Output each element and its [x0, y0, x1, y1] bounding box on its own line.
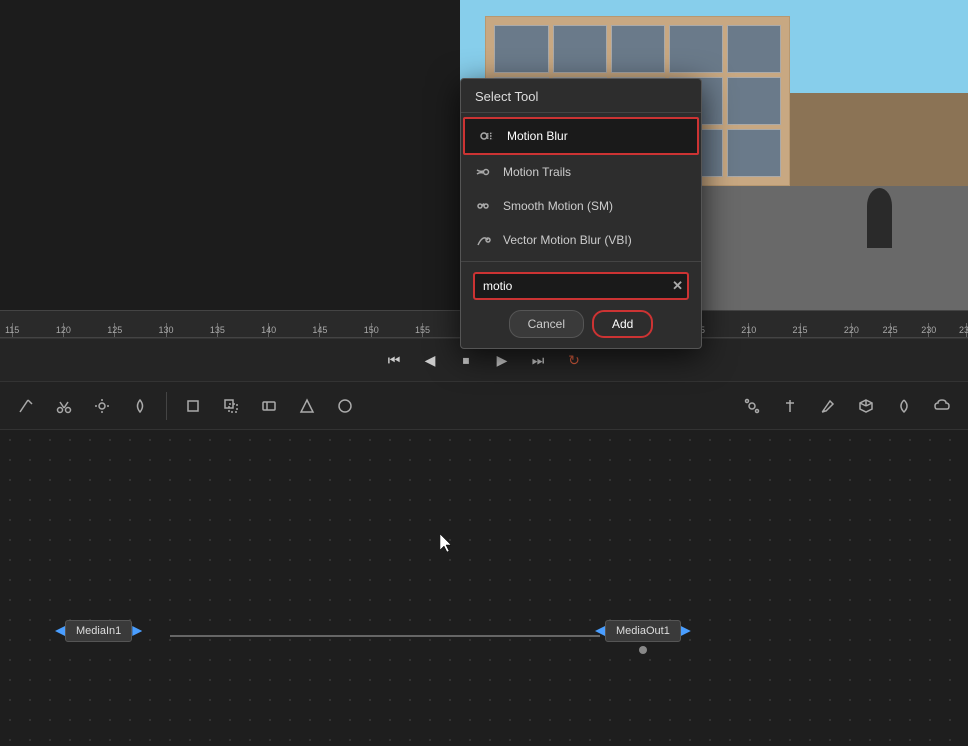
search-clear-button[interactable]: ✕: [672, 278, 683, 294]
text-tool-button[interactable]: [774, 390, 806, 422]
cloud-tool-button[interactable]: [926, 390, 958, 422]
tool-label-motion-blur: Motion Blur: [507, 129, 568, 143]
dialog-buttons: Cancel Add: [473, 310, 689, 338]
loop-button[interactable]: ↻: [560, 346, 588, 374]
tool-label-vector-motion-blur: Vector Motion Blur (VBI): [503, 233, 632, 247]
node-dot: [639, 646, 647, 654]
node-connector-right-out[interactable]: [681, 626, 691, 636]
color-tool-button[interactable]: [124, 390, 156, 422]
tool-item-smooth-motion[interactable]: Smooth Motion (SM): [461, 189, 701, 223]
cancel-button[interactable]: Cancel: [509, 310, 584, 338]
dialog-footer: ✕ Cancel Add: [461, 261, 701, 348]
particles-tool-button[interactable]: [736, 390, 768, 422]
tool-item-motion-trails[interactable]: Motion Trails: [461, 155, 701, 189]
search-input[interactable]: [473, 272, 689, 300]
vector-motion-blur-icon: [473, 230, 493, 250]
tool-list: Motion Blur Motion Trails: [461, 113, 701, 261]
search-box: ✕: [473, 272, 689, 300]
shape-tool-button[interactable]: [291, 390, 323, 422]
paint2-tool-button[interactable]: [812, 390, 844, 422]
stop-button[interactable]: ⏹: [452, 346, 480, 374]
tools-separator-1: [166, 392, 167, 420]
mask-tool-button[interactable]: [253, 390, 285, 422]
3d-tool-button[interactable]: [850, 390, 882, 422]
skip-back-button[interactable]: ⏮: [380, 346, 408, 374]
tool-label-motion-trails: Motion Trails: [503, 165, 571, 179]
media-in-node[interactable]: MediaIn1: [55, 620, 142, 642]
media-in-label: MediaIn1: [65, 620, 132, 642]
transform-tool-button[interactable]: [215, 390, 247, 422]
effects-tool-button[interactable]: [888, 390, 920, 422]
smooth-motion-icon: [473, 196, 493, 216]
select-tool-dialog[interactable]: Select Tool Motion Blur: [460, 78, 702, 349]
step-back-button[interactable]: ◀: [416, 346, 444, 374]
node-connection-line: [170, 635, 600, 637]
play-button[interactable]: ▶: [488, 346, 516, 374]
crop-tool-button[interactable]: [177, 390, 209, 422]
paint-tool-button[interactable]: [329, 390, 361, 422]
skip-forward-button[interactable]: ⏭: [524, 346, 552, 374]
cut-tool-button[interactable]: [48, 390, 80, 422]
node-connector-right-in[interactable]: [132, 626, 142, 636]
motion-blur-icon: [477, 126, 497, 146]
tools-bar: [0, 382, 968, 430]
motion-trails-icon: [473, 162, 493, 182]
add-button[interactable]: Add: [592, 310, 653, 338]
media-out-label: MediaOut1: [605, 620, 681, 642]
node-editor[interactable]: MediaIn1 MediaOut1: [0, 430, 968, 746]
media-out-node[interactable]: MediaOut1: [595, 620, 691, 642]
edit-tool-button[interactable]: [10, 390, 42, 422]
node-connector-left-in[interactable]: [55, 626, 65, 636]
tool-item-vector-motion-blur[interactable]: Vector Motion Blur (VBI): [461, 223, 701, 257]
brightness-tool-button[interactable]: [86, 390, 118, 422]
dialog-title: Select Tool: [461, 79, 701, 113]
tool-label-smooth-motion: Smooth Motion (SM): [503, 199, 613, 213]
video-left-panel: [0, 0, 460, 310]
search-row: ✕: [473, 272, 689, 300]
tool-item-motion-blur[interactable]: Motion Blur: [463, 117, 699, 155]
